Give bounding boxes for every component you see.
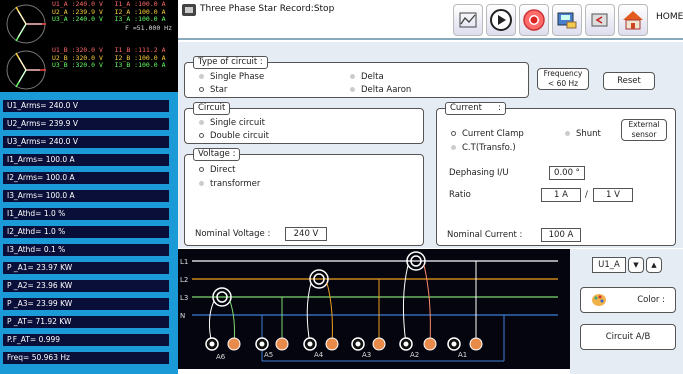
circuit-group: Circuit Single circuit Double circuit — [184, 102, 424, 144]
ratio-voltage-field[interactable]: 1 V — [593, 188, 633, 202]
dephasing-field[interactable]: 0.00 ° — [549, 166, 585, 180]
phasor-diagram-b: U1_B :320.0 V I1_B :111.2 A U2_B :320.0 … — [0, 46, 178, 94]
measurement-row: P _A2= 23.96 KW — [3, 280, 169, 292]
measurement-row: I3_Arms= 100.0 A — [3, 190, 169, 202]
type-of-circuit-group: Type of circuit : Single Phase Star Delt… — [184, 56, 529, 98]
measurement-row: I3_Athd= 0.1 % — [3, 244, 169, 256]
option-delta[interactable]: Delta — [350, 72, 384, 82]
wiring-diagram: L1 L2 L3 N A6 A5 A4 A3 A2 A1 — [178, 249, 570, 369]
nominal-current-field[interactable]: 100 A — [541, 228, 581, 242]
phasor-b-icon — [6, 50, 46, 90]
exit-button[interactable] — [585, 4, 615, 36]
nominal-current-label: Nominal Current : — [447, 230, 523, 240]
nominal-voltage-field[interactable]: 240 V — [285, 227, 327, 241]
color-button[interactable]: Color : — [580, 287, 676, 313]
home-label[interactable]: HOME — [656, 12, 683, 22]
chevron-up-icon: ▲ — [651, 261, 657, 269]
terminal-label-a6: A6 — [216, 353, 226, 361]
measurement-row: U3_Arms= 240.0 V — [3, 136, 169, 148]
ratio-label: Ratio — [449, 190, 471, 200]
side-controls: U1_A ▼ ▲ Color : Circuit A/B — [570, 249, 683, 374]
option-current-clamp[interactable]: Current Clamp — [451, 129, 524, 139]
home-button[interactable] — [618, 4, 648, 36]
external-sensor-button[interactable]: External sensor — [621, 119, 667, 141]
play-icon — [490, 9, 512, 31]
channel-down-button[interactable]: ▼ — [628, 257, 644, 273]
dephasing-label: Dephasing I/U — [449, 168, 509, 178]
frequency-button[interactable]: Frequency < 60 Hz — [537, 68, 589, 90]
chart-button[interactable] — [453, 4, 483, 36]
phasor-a-frequency: F =51.000 Hz — [125, 24, 172, 32]
phasor-diagram-a: U1_A :240.0 V I1_A :100.0 A U2_A :239.9 … — [0, 0, 178, 48]
save-button[interactable] — [552, 4, 582, 36]
voltage-title: Voltage : — [193, 148, 241, 161]
record-button[interactable] — [519, 4, 549, 36]
terminal-label-a3: A3 — [362, 351, 371, 359]
play-button[interactable] — [486, 4, 516, 36]
label-l3: L3 — [180, 294, 188, 302]
measurement-row: I2_Arms= 100.0 A — [3, 172, 169, 184]
label-l2: L2 — [180, 276, 188, 284]
top-bar: Three Phase Star Record:Stop HOME — [178, 0, 683, 40]
type-of-circuit-title: Type of circuit : — [193, 56, 268, 69]
option-delta-aaron[interactable]: Delta Aaron — [350, 85, 411, 95]
measurement-row: U1_Arms= 240.0 V — [3, 100, 169, 112]
option-shunt[interactable]: Shunt — [565, 129, 601, 139]
terminal-label-a5: A5 — [264, 351, 273, 359]
option-ct-transfo[interactable]: C.T(Transfo.) — [451, 143, 516, 153]
left-panel: U1_A :240.0 V I1_A :100.0 A U2_A :239.9 … — [0, 0, 178, 374]
palette-icon — [592, 294, 606, 306]
exit-icon — [591, 13, 608, 27]
home-icon — [623, 11, 643, 30]
option-double-circuit[interactable]: Double circuit — [199, 131, 269, 141]
option-single-circuit[interactable]: Single circuit — [199, 118, 265, 128]
circuit-title: Circuit — [193, 102, 231, 115]
ratio-current-field[interactable]: 1 A — [541, 188, 581, 202]
voltage-group: Voltage : Direct transformer Nominal Vol… — [184, 148, 424, 246]
terminal-group — [205, 337, 483, 351]
measurement-row: Freq= 50.963 Hz — [3, 352, 169, 364]
window-title: Three Phase Star Record:Stop — [200, 4, 335, 14]
phasor-a-values: U1_A :240.0 V I1_A :100.0 A U2_A :239.9 … — [52, 0, 166, 24]
measurement-row: P _AT= 71.92 KW — [3, 316, 169, 328]
label-l1: L1 — [180, 258, 188, 266]
current-group: Current : Current Clamp Shunt C.T(Transf… — [436, 102, 676, 246]
label-n: N — [180, 312, 185, 320]
reset-button[interactable]: Reset — [603, 72, 655, 90]
measurement-row: U2_Arms= 239.9 V — [3, 118, 169, 130]
option-single-phase[interactable]: Single Phase — [199, 72, 264, 82]
phasor-b-values: U1_B :320.0 V I1_B :111.2 A U2_B :320.0 … — [52, 46, 166, 70]
chart-icon — [459, 12, 477, 28]
nominal-voltage-label: Nominal Voltage : — [195, 229, 271, 239]
option-transformer[interactable]: transformer — [199, 179, 260, 189]
wiring-diagram-svg: L1 L2 L3 N A6 A5 A4 A3 A2 A1 — [180, 251, 558, 362]
terminal-label-a1: A1 — [458, 351, 467, 359]
channel-up-button[interactable]: ▲ — [646, 257, 662, 273]
settings-area: Type of circuit : Single Phase Star Delt… — [178, 42, 683, 248]
chevron-down-icon: ▼ — [633, 261, 639, 269]
color-label: Color : — [637, 295, 665, 305]
measurement-row: P _A1= 23.97 KW — [3, 262, 169, 274]
measurement-row: I1_Arms= 100.0 A — [3, 154, 169, 166]
window-icon — [182, 4, 196, 16]
measurement-row: I1_Athd= 1.0 % — [3, 208, 169, 220]
measurement-row: P _A3= 23.99 KW — [3, 298, 169, 310]
record-icon — [523, 9, 545, 31]
channel-select[interactable]: U1_A — [592, 257, 626, 273]
terminal-label-a4: A4 — [314, 351, 324, 359]
save-icon — [557, 12, 577, 29]
terminal-label-a2: A2 — [410, 351, 419, 359]
option-direct[interactable]: Direct — [199, 165, 235, 175]
circuit-ab-button[interactable]: Circuit A/B — [580, 324, 676, 350]
ratio-separator: / — [585, 190, 588, 200]
measurement-row: P.F_AT= 0.999 — [3, 334, 169, 346]
measurement-row: I2_Athd= 1.0 % — [3, 226, 169, 238]
option-star[interactable]: Star — [199, 85, 227, 95]
phasor-a-icon — [6, 4, 46, 44]
measurements-panel: U1_Arms= 240.0 V U2_Arms= 239.9 V U3_Arm… — [0, 92, 178, 374]
current-title: Current : — [445, 102, 506, 115]
